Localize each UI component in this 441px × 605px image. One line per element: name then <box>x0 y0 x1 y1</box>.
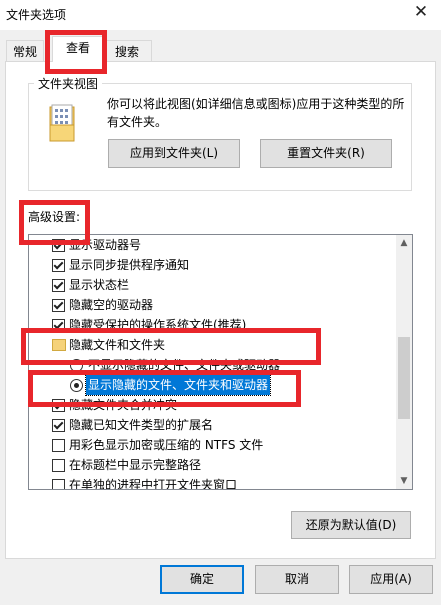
scroll-up-icon[interactable]: ▲ <box>396 235 412 251</box>
folder-view-description: 你可以将此视图(如详细信息或图标)应用于这种类型的所有文件夹。 <box>107 97 405 129</box>
checkbox[interactable] <box>52 279 65 292</box>
tab-view[interactable]: 查看 <box>52 36 104 62</box>
list-item-label: 用彩色显示加密或压缩的 NTFS 文件 <box>69 438 264 452</box>
checkbox[interactable] <box>52 419 65 432</box>
checkbox[interactable] <box>52 239 65 252</box>
vertical-scrollbar[interactable]: ▲ ▼ <box>396 235 412 489</box>
ok-button[interactable]: 确定 <box>160 565 244 594</box>
apply-button[interactable]: 应用(A) <box>349 565 433 594</box>
radio-button[interactable] <box>70 359 83 372</box>
list-item-label: 显示同步提供程序通知 <box>69 258 190 272</box>
folder-view-legend: 文件夹视图 <box>34 75 103 92</box>
title-bar: 文件夹选项 ✕ <box>0 0 441 30</box>
checkbox[interactable] <box>52 399 65 412</box>
list-item-label: 显示状态栏 <box>69 278 130 292</box>
radio-button[interactable] <box>70 379 83 392</box>
reset-folders-button[interactable]: 重置文件夹(R) <box>260 139 392 168</box>
list-item-label: 隐藏受保护的操作系统文件(推荐) <box>69 318 247 332</box>
tab-general[interactable]: 常规 <box>6 40 44 63</box>
folder-options-dialog: 文件夹选项 ✕ 常规 查看 搜索 文件夹视图 你可以将此视图(如详细信息或图标)… <box>0 0 441 605</box>
list-item-label: 隐藏文件和文件夹 <box>69 338 166 352</box>
checkbox[interactable] <box>52 319 65 332</box>
cancel-button[interactable]: 取消 <box>255 565 339 594</box>
advanced-settings-list[interactable]: 显示驱动器号 显示同步提供程序通知 显示状态栏 隐藏空的驱动器 隐藏受保护的操作… <box>28 234 413 490</box>
list-item-label: 在单独的进程中打开文件夹窗口 <box>69 478 238 490</box>
scroll-thumb[interactable] <box>398 337 410 419</box>
window-title: 文件夹选项 <box>6 8 67 22</box>
checkbox[interactable] <box>52 479 65 489</box>
list-item-label: 隐藏文件夹合并冲突 <box>69 398 178 412</box>
checkbox[interactable] <box>52 439 65 452</box>
folder-icon <box>52 339 66 351</box>
checkbox[interactable] <box>52 299 65 312</box>
close-icon[interactable]: ✕ <box>411 2 431 22</box>
restore-defaults-button[interactable]: 还原为默认值(D) <box>291 511 411 539</box>
apply-to-folders-button[interactable]: 应用到文件夹(L) <box>108 139 240 168</box>
advanced-settings-label: 高级设置: <box>28 210 81 224</box>
list-item-label: 显示驱动器号 <box>69 238 142 252</box>
checkbox[interactable] <box>52 259 65 272</box>
checkbox[interactable] <box>52 459 65 472</box>
scroll-down-icon[interactable]: ▼ <box>396 473 412 489</box>
list-item-label: 隐藏已知文件类型的扩展名 <box>69 418 214 432</box>
folder-view-icon <box>49 104 75 142</box>
list-item-label: 显示隐藏的文件、文件夹和驱动器 <box>84 374 272 396</box>
list-item-label: 隐藏空的驱动器 <box>69 298 154 312</box>
list-item-label: 在标题栏中显示完整路径 <box>69 458 202 472</box>
list-item-label: 不显示隐藏的文件、文件夹或驱动器 <box>88 358 281 372</box>
tab-search[interactable]: 搜索 <box>102 40 152 63</box>
